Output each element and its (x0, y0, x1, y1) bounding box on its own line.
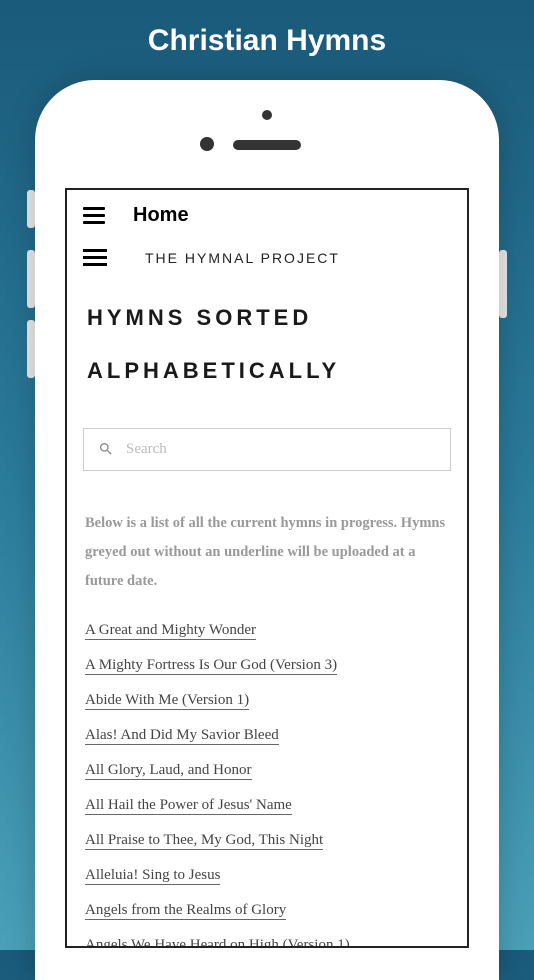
search-field[interactable] (83, 428, 451, 471)
site-menu-icon[interactable] (83, 249, 107, 266)
hymn-link[interactable]: All Glory, Laud, and Honor (85, 760, 449, 781)
site-header: THE HYMNAL PROJECT (67, 237, 467, 274)
hymn-link[interactable]: Angels We Have Heard on High (Version 1) (85, 935, 449, 948)
app-screen: Home THE HYMNAL PROJECT HYMNS SORTED ALP… (65, 188, 469, 948)
phone-speaker (233, 140, 301, 150)
hymn-link[interactable]: Abide With Me (Version 1) (85, 690, 449, 711)
phone-side-button (499, 250, 507, 318)
hymn-link[interactable]: All Hail the Power of Jesus' Name (85, 795, 449, 816)
hymn-link[interactable]: A Great and Mighty Wonder (85, 620, 449, 641)
hymn-link[interactable]: Alas! And Did My Savior Bleed (85, 725, 449, 746)
phone-camera (200, 137, 214, 151)
app-header-title: Home (133, 204, 189, 227)
site-title: THE HYMNAL PROJECT (145, 250, 340, 266)
hymn-link[interactable]: A Mighty Fortress Is Our God (Version 3) (85, 655, 449, 676)
intro-text: Below is a list of all the current hymns… (67, 471, 467, 596)
page-heading: HYMNS SORTED ALPHABETICALLY (67, 274, 467, 398)
phone-sensor (262, 110, 272, 120)
search-input[interactable] (126, 441, 436, 458)
hymn-link[interactable]: Angels from the Realms of Glory (85, 900, 449, 921)
hymn-link[interactable]: Alleluia! Sing to Jesus (85, 865, 449, 886)
hymn-list: A Great and Mighty Wonder A Mighty Fortr… (67, 596, 467, 948)
phone-side-button (27, 190, 35, 228)
hymn-link[interactable]: All Praise to Thee, My God, This Night (85, 830, 449, 851)
menu-icon[interactable] (83, 207, 105, 224)
promo-title: Christian Hymns (0, 0, 534, 78)
phone-side-button (27, 320, 35, 378)
phone-side-button (27, 250, 35, 308)
app-header: Home (67, 190, 467, 237)
search-icon (98, 441, 114, 457)
